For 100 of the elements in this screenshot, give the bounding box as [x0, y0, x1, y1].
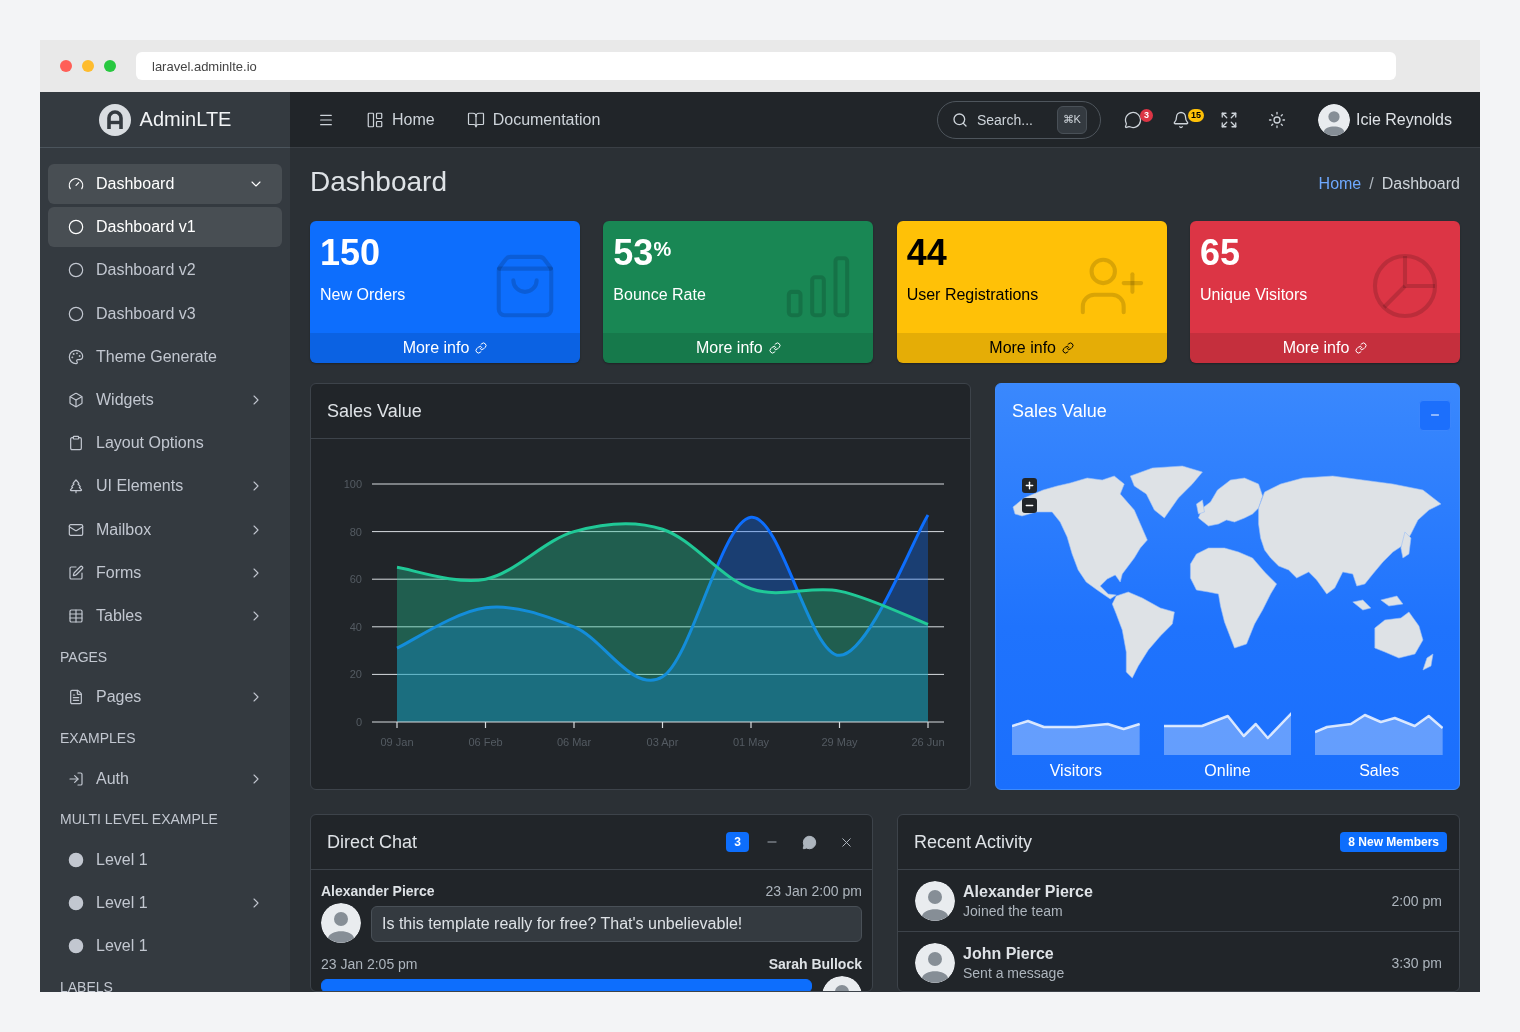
- stat-value: 150: [320, 231, 382, 275]
- notifications-button[interactable]: 15: [1156, 92, 1205, 148]
- sidebar-item[interactable]: Widgets: [48, 379, 282, 420]
- card-title: Recent Activity: [914, 831, 1033, 853]
- file-icon: [68, 689, 84, 706]
- messages-button[interactable]: 3: [1108, 92, 1157, 148]
- fullscreen-icon: [1219, 110, 1238, 129]
- count-badge: 3: [726, 832, 749, 852]
- more-info-link[interactable]: More info: [1190, 333, 1460, 363]
- avatar-icon: [915, 880, 955, 921]
- breadcrumb-link[interactable]: Home: [1318, 175, 1362, 193]
- pie-chart-icon: [1370, 251, 1440, 321]
- stat-value: 65: [1200, 231, 1242, 275]
- axis-label: 40: [349, 620, 362, 633]
- sidebar-item[interactable]: Auth: [48, 758, 282, 799]
- nav-link[interactable]: Home: [350, 110, 451, 129]
- sidebar-item[interactable]: Mailbox: [48, 509, 282, 550]
- table-icon: [68, 607, 84, 624]
- message-bubble: Is this template really for free? That's unbelievable!: [371, 906, 862, 942]
- nav-link[interactable]: Documentation: [450, 110, 617, 129]
- message-time: 23 Jan 2:05 pm: [321, 956, 418, 972]
- bell-icon: [1171, 110, 1190, 129]
- sender-name: Sarah Bullock: [768, 956, 862, 972]
- count-badge: 3: [1139, 108, 1153, 122]
- layout-icon: [366, 110, 384, 129]
- link-icon: [475, 342, 488, 354]
- circle-icon: [68, 219, 84, 236]
- link-icon: [1355, 342, 1368, 354]
- sidebar-item[interactable]: Forms: [48, 552, 282, 593]
- message-time: 23 Jan 2:00 pm: [765, 883, 862, 899]
- count-badge: 15: [1187, 108, 1204, 122]
- pencil-icon: [68, 564, 84, 581]
- stat-label: Unique Visitors: [1200, 285, 1309, 305]
- stat-label: New Orders: [320, 285, 407, 305]
- search-icon: [951, 111, 968, 128]
- avatar-icon: [915, 942, 955, 983]
- zoom-out-button[interactable]: [1022, 498, 1037, 513]
- card-title: Sales Value: [327, 400, 422, 422]
- sidebar-item[interactable]: Dashboard v3: [48, 293, 282, 334]
- shortcut-key: ⌘K: [1056, 105, 1087, 134]
- more-info-link[interactable]: More info: [896, 333, 1167, 363]
- sidebar-item[interactable]: Dashboard v2: [48, 250, 282, 291]
- member-name: John Pierce: [963, 944, 1055, 963]
- brand-link[interactable]: AdminLTE: [98, 103, 232, 136]
- cube-icon: [68, 391, 84, 408]
- chat-icon: [801, 834, 817, 850]
- sun-icon: [1267, 110, 1286, 129]
- section-header: MULTI LEVEL EXAMPLE: [60, 811, 218, 828]
- link-icon: [1062, 342, 1074, 354]
- sidebar-item[interactable]: Level 1: [48, 840, 282, 880]
- sidebar-item[interactable]: UI Elements: [48, 466, 282, 507]
- zoom-in-button[interactable]: [1022, 478, 1037, 493]
- more-info-link[interactable]: More info: [603, 333, 874, 363]
- sidebar-item[interactable]: Tables: [48, 595, 282, 636]
- sidebar-item[interactable]: Theme Generate: [48, 336, 282, 377]
- sidebar-item[interactable]: Level 1: [48, 883, 282, 924]
- stat-label: User Registrations: [906, 285, 1040, 305]
- member-name: Alexander Pierce: [963, 882, 1094, 901]
- page-title: Dashboard: [310, 165, 447, 199]
- sparkline-label: Online: [1204, 761, 1251, 781]
- dot-icon: [68, 852, 84, 868]
- section-header: EXAMPLES: [60, 729, 136, 746]
- plus-icon: [1024, 480, 1035, 491]
- sidebar-item[interactable]: Layout Options: [48, 423, 282, 464]
- section-header: LABELS: [60, 979, 113, 992]
- activity-time: 3:30 pm: [1391, 954, 1442, 971]
- stat-label: Bounce Rate: [613, 285, 707, 305]
- login-icon: [68, 770, 84, 787]
- link-icon: [768, 342, 781, 354]
- circle-icon: [68, 305, 84, 322]
- dot-icon: [68, 895, 84, 912]
- circle-icon: [68, 262, 84, 279]
- sparkline-label: Visitors: [1049, 761, 1102, 781]
- breadcrumb-separator: /: [1369, 175, 1374, 193]
- activity-text: Sent a message: [963, 964, 1066, 981]
- gauge-icon: [68, 176, 84, 192]
- avatar-icon: [1317, 103, 1350, 136]
- sidebar-item[interactable]: Dashboard: [48, 164, 282, 204]
- activity-text: Joined the team: [963, 902, 1064, 919]
- count-badge: 8 New Members: [1340, 832, 1447, 852]
- book-icon: [466, 110, 485, 129]
- axis-label: 03 Apr: [646, 736, 679, 748]
- sparkline-label: Sales: [1359, 761, 1400, 781]
- current-page-label: Dashboard: [1381, 175, 1460, 193]
- user-menu-button[interactable]: Icie Reynolds: [1317, 103, 1452, 136]
- tree-icon: [68, 478, 84, 495]
- card-title: Sales Value: [1012, 400, 1107, 422]
- stat-value: 53$^{%}$: [613, 231, 673, 275]
- avatar-icon: [321, 903, 361, 943]
- sidebar-item[interactable]: Dashboard v1: [48, 207, 282, 248]
- activity-time: 2:00 pm: [1391, 892, 1442, 909]
- section-header: PAGES: [60, 648, 108, 665]
- chat-icon: [1123, 110, 1142, 129]
- card-title: Direct Chat: [327, 831, 418, 853]
- sidebar-item[interactable]: Level 1: [48, 926, 282, 967]
- clipboard-icon: [68, 435, 84, 452]
- sidebar-item[interactable]: Pages: [48, 677, 282, 718]
- more-info-link[interactable]: More info: [310, 333, 580, 363]
- dot-icon: [68, 938, 84, 955]
- address-bar[interactable]: laravel.adminlte.io: [136, 52, 1396, 80]
